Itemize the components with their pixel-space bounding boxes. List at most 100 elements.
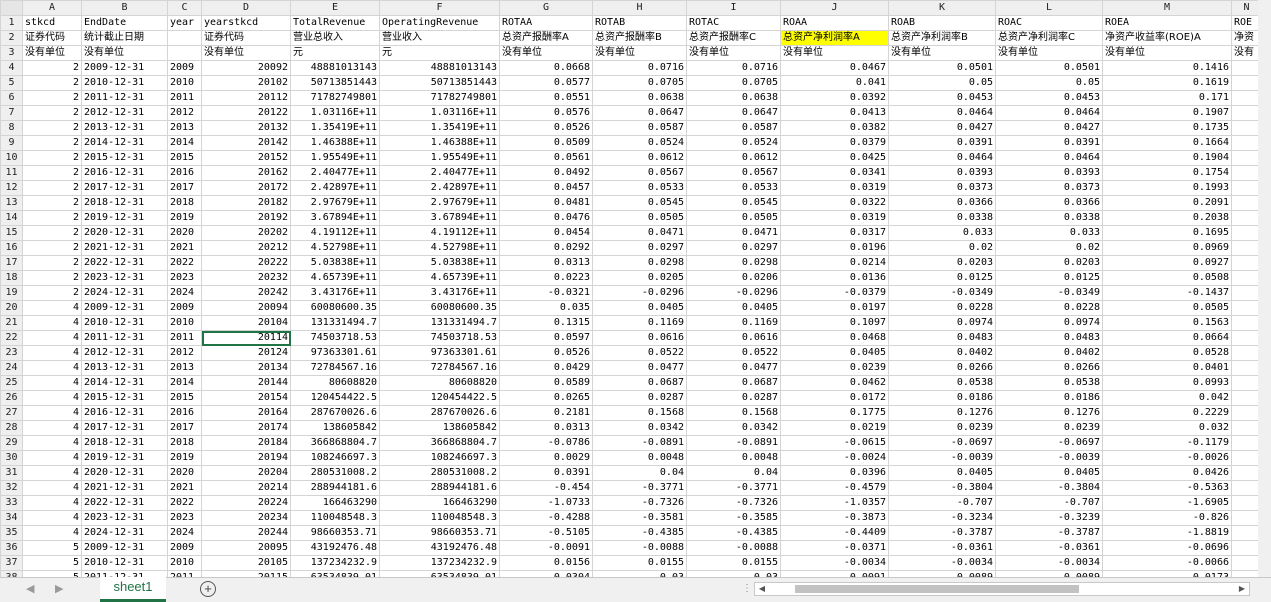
scroll-right-icon[interactable]: ▶ xyxy=(1235,583,1249,595)
cell-j27[interactable]: 0.1775 xyxy=(780,405,889,421)
cell-k7[interactable]: 0.0464 xyxy=(888,105,996,121)
cell-d6[interactable]: 20112 xyxy=(201,90,291,106)
cell-j36[interactable]: -0.0371 xyxy=(780,540,889,556)
cell-e15[interactable]: 4.19112E+11 xyxy=(290,225,380,241)
cell-b1[interactable]: EndDate xyxy=(81,15,168,31)
cell-b4[interactable]: 2009-12-31 xyxy=(81,60,168,76)
row-header[interactable]: 37 xyxy=(0,555,23,571)
cell-l29[interactable]: -0.0697 xyxy=(995,435,1103,451)
cell-c33[interactable]: 2022 xyxy=(167,495,202,511)
cell-h26[interactable]: 0.0287 xyxy=(592,390,687,406)
cell-f13[interactable]: 2.97679E+11 xyxy=(379,195,500,211)
add-sheet-icon[interactable]: + xyxy=(200,581,216,597)
cell-c9[interactable]: 2014 xyxy=(167,135,202,151)
cell-l17[interactable]: 0.0203 xyxy=(995,255,1103,271)
cell-b9[interactable]: 2014-12-31 xyxy=(81,135,168,151)
cell-e37[interactable]: 137234232.9 xyxy=(290,555,380,571)
cell-c22[interactable]: 2011 xyxy=(167,330,202,346)
cell-j8[interactable]: 0.0382 xyxy=(780,120,889,136)
cell-f17[interactable]: 5.03838E+11 xyxy=(379,255,500,271)
cell-d2[interactable]: 证券代码 xyxy=(201,30,291,46)
cell-m18[interactable]: 0.0508 xyxy=(1102,270,1232,286)
cell-e19[interactable]: 3.43176E+11 xyxy=(290,285,380,301)
cell-j6[interactable]: 0.0392 xyxy=(780,90,889,106)
column-header-d[interactable]: D xyxy=(201,0,291,16)
cell-c18[interactable]: 2023 xyxy=(167,270,202,286)
cell-c28[interactable]: 2017 xyxy=(167,420,202,436)
cell-k32[interactable]: -0.3804 xyxy=(888,480,996,496)
cell-j9[interactable]: 0.0379 xyxy=(780,135,889,151)
cell-i23[interactable]: 0.0522 xyxy=(686,345,781,361)
cell-c17[interactable]: 2022 xyxy=(167,255,202,271)
cell-g14[interactable]: 0.0476 xyxy=(499,210,593,226)
row-header[interactable]: 11 xyxy=(0,165,23,181)
cell-b27[interactable]: 2016-12-31 xyxy=(81,405,168,421)
cell-f15[interactable]: 4.19112E+11 xyxy=(379,225,500,241)
cell-i9[interactable]: 0.0524 xyxy=(686,135,781,151)
cell-f5[interactable]: 50713851443 xyxy=(379,75,500,91)
cell-e21[interactable]: 131331494.7 xyxy=(290,315,380,331)
cell-i2[interactable]: 总资产报酬率C xyxy=(686,30,781,46)
cell-k28[interactable]: 0.0239 xyxy=(888,420,996,436)
cell-h22[interactable]: 0.0616 xyxy=(592,330,687,346)
cell-c14[interactable]: 2019 xyxy=(167,210,202,226)
cell-a21[interactable]: 4 xyxy=(22,315,82,331)
cell-g22[interactable]: 0.0597 xyxy=(499,330,593,346)
cell-h37[interactable]: 0.0155 xyxy=(592,555,687,571)
cell-i26[interactable]: 0.0287 xyxy=(686,390,781,406)
cell-c8[interactable]: 2013 xyxy=(167,120,202,136)
cell-c23[interactable]: 2012 xyxy=(167,345,202,361)
row-header[interactable]: 13 xyxy=(0,195,23,211)
cell-b33[interactable]: 2022-12-31 xyxy=(81,495,168,511)
cell-e27[interactable]: 287670026.6 xyxy=(290,405,380,421)
cell-g28[interactable]: 0.0313 xyxy=(499,420,593,436)
cell-g11[interactable]: 0.0492 xyxy=(499,165,593,181)
cell-m32[interactable]: -0.5363 xyxy=(1102,480,1232,496)
cell-l31[interactable]: 0.0405 xyxy=(995,465,1103,481)
cell-j17[interactable]: 0.0214 xyxy=(780,255,889,271)
cell-i7[interactable]: 0.0647 xyxy=(686,105,781,121)
cell-k1[interactable]: ROAB xyxy=(888,15,996,31)
cell-a19[interactable]: 2 xyxy=(22,285,82,301)
cell-d29[interactable]: 20184 xyxy=(201,435,291,451)
cell-a7[interactable]: 2 xyxy=(22,105,82,121)
cell-g26[interactable]: 0.0265 xyxy=(499,390,593,406)
cell-c13[interactable]: 2018 xyxy=(167,195,202,211)
cell-d3[interactable]: 没有单位 xyxy=(201,45,291,61)
row-header[interactable]: 30 xyxy=(0,450,23,466)
row-header[interactable]: 14 xyxy=(0,210,23,226)
cell-h6[interactable]: 0.0638 xyxy=(592,90,687,106)
cell-b7[interactable]: 2012-12-31 xyxy=(81,105,168,121)
cell-h4[interactable]: 0.0716 xyxy=(592,60,687,76)
row-header[interactable]: 4 xyxy=(0,60,23,76)
cell-d13[interactable]: 20182 xyxy=(201,195,291,211)
row-header[interactable]: 35 xyxy=(0,525,23,541)
cell-a32[interactable]: 4 xyxy=(22,480,82,496)
cell-a24[interactable]: 4 xyxy=(22,360,82,376)
cell-i16[interactable]: 0.0297 xyxy=(686,240,781,256)
cell-n5[interactable] xyxy=(1231,75,1262,91)
column-header-g[interactable]: G xyxy=(499,0,593,16)
cell-f9[interactable]: 1.46388E+11 xyxy=(379,135,500,151)
cell-e13[interactable]: 2.97679E+11 xyxy=(290,195,380,211)
cell-b8[interactable]: 2013-12-31 xyxy=(81,120,168,136)
cell-b10[interactable]: 2015-12-31 xyxy=(81,150,168,166)
cell-j3[interactable]: 没有单位 xyxy=(780,45,889,61)
cell-a22[interactable]: 4 xyxy=(22,330,82,346)
next-sheet-arrow-icon[interactable]: ▶ xyxy=(55,582,63,595)
cell-e20[interactable]: 60080600.35 xyxy=(290,300,380,316)
cell-c15[interactable]: 2020 xyxy=(167,225,202,241)
cell-m7[interactable]: 0.1907 xyxy=(1102,105,1232,121)
cell-h27[interactable]: 0.1568 xyxy=(592,405,687,421)
cell-f24[interactable]: 72784567.16 xyxy=(379,360,500,376)
cell-f12[interactable]: 2.42897E+11 xyxy=(379,180,500,196)
cell-e11[interactable]: 2.40477E+11 xyxy=(290,165,380,181)
cell-n35[interactable] xyxy=(1231,525,1262,541)
cell-b21[interactable]: 2010-12-31 xyxy=(81,315,168,331)
cell-j7[interactable]: 0.0413 xyxy=(780,105,889,121)
cell-g16[interactable]: 0.0292 xyxy=(499,240,593,256)
cell-b11[interactable]: 2016-12-31 xyxy=(81,165,168,181)
cell-b18[interactable]: 2023-12-31 xyxy=(81,270,168,286)
cell-c34[interactable]: 2023 xyxy=(167,510,202,526)
cell-l18[interactable]: 0.0125 xyxy=(995,270,1103,286)
